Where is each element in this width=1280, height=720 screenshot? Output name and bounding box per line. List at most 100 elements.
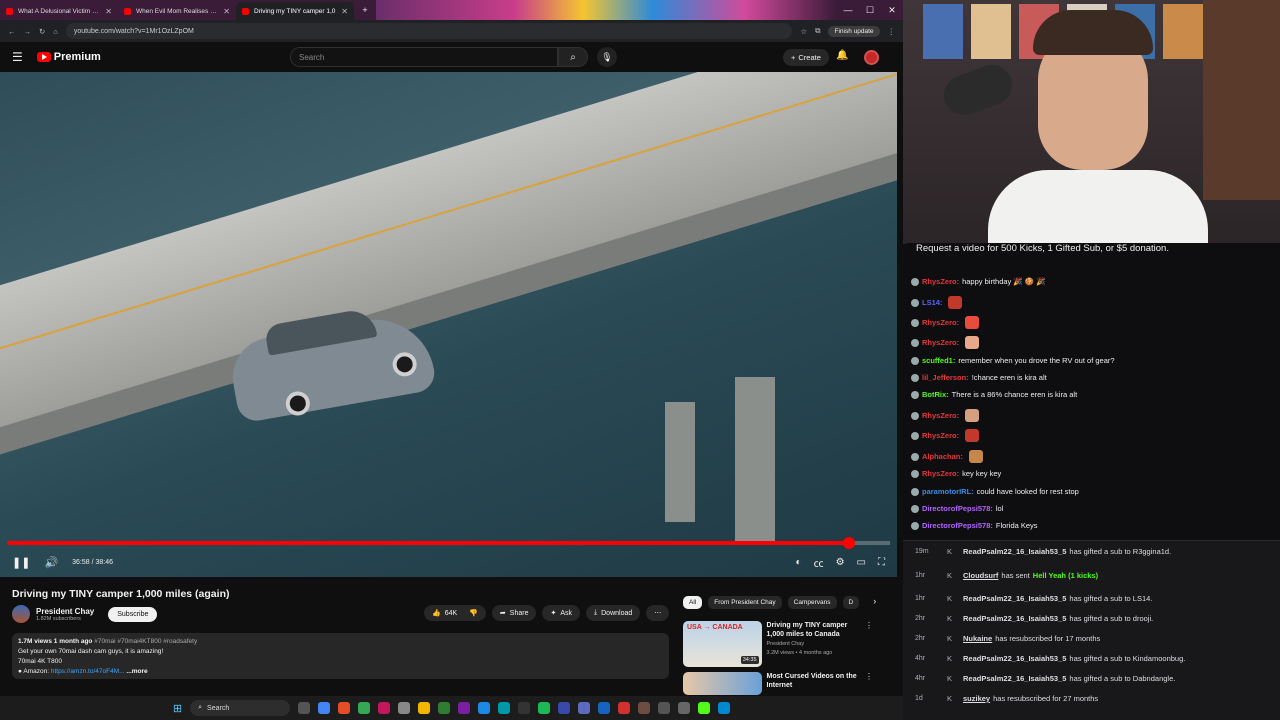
- chat-username[interactable]: paramotorIRL:: [922, 487, 974, 496]
- youtube-logo[interactable]: Premium: [36, 51, 101, 63]
- app-icon[interactable]: [638, 702, 651, 714]
- browser-tab[interactable]: When Evil Mom Realises She's ✕: [118, 2, 236, 20]
- more-options-icon[interactable]: ⋮: [865, 621, 873, 667]
- back-icon[interactable]: ←: [8, 27, 16, 36]
- chat-username[interactable]: RhysZero:: [922, 338, 959, 347]
- search-icon[interactable]: ⌕: [558, 47, 588, 67]
- app-icon[interactable]: [458, 702, 471, 714]
- more-actions-icon[interactable]: ⋯: [646, 605, 670, 621]
- event-username[interactable]: ReadPsalm22_16_Isaiah53_5: [963, 654, 1066, 663]
- volume-icon[interactable]: 🔊: [44, 556, 58, 569]
- search-input[interactable]: Search: [290, 47, 558, 67]
- notifications-bell-icon[interactable]: 🔔: [836, 50, 848, 61]
- event-username[interactable]: suzikey: [963, 694, 990, 703]
- browser-tab-active[interactable]: Driving my TINY camper 1,0 ✕: [236, 2, 354, 20]
- like-button[interactable]: 👍 64K 👎: [424, 605, 486, 621]
- minimize-icon[interactable]: —: [837, 5, 859, 15]
- app-icon[interactable]: [578, 702, 591, 714]
- thumbs-down-icon[interactable]: 👎: [469, 609, 478, 617]
- event-username[interactable]: ReadPsalm22_16_Isaiah53_5: [963, 674, 1066, 683]
- video-player[interactable]: [0, 72, 897, 577]
- video-progress-bar[interactable]: [7, 537, 890, 549]
- app-icon[interactable]: [358, 702, 371, 714]
- recommendation-thumbnail[interactable]: USA → CANADA 34:35: [683, 621, 762, 667]
- show-more-link[interactable]: ...more: [126, 668, 147, 675]
- chat-username[interactable]: RhysZero:: [922, 411, 959, 420]
- chat-username[interactable]: DirectorofPepsi578:: [922, 521, 993, 530]
- download-button[interactable]: ⤓ Download: [586, 605, 641, 621]
- amazon-link[interactable]: https://amzn.to/47oF4M...: [51, 668, 125, 675]
- app-icon[interactable]: [438, 702, 451, 714]
- chat-username[interactable]: lil_Jefferson:: [922, 373, 969, 382]
- app-icon[interactable]: [398, 702, 411, 714]
- new-tab-icon[interactable]: +: [354, 5, 376, 15]
- chat-username[interactable]: RhysZero:: [922, 469, 959, 478]
- chevron-right-icon[interactable]: ›: [873, 596, 876, 609]
- miniplayer-icon[interactable]: ▭: [857, 557, 866, 568]
- channel-avatar[interactable]: [12, 605, 30, 623]
- autoplay-toggle[interactable]: ◐: [796, 557, 802, 568]
- ask-button[interactable]: ✦ Ask: [542, 605, 581, 621]
- pause-icon[interactable]: ❚❚: [12, 556, 30, 569]
- settings-gear-icon[interactable]: ⚙: [836, 557, 845, 568]
- chip-more[interactable]: D: [842, 596, 860, 609]
- maximize-icon[interactable]: ☐: [859, 5, 881, 16]
- task-view-icon[interactable]: [298, 702, 311, 714]
- hamburger-menu-icon[interactable]: ☰: [12, 50, 23, 64]
- chat-username[interactable]: Alphachan:: [922, 452, 963, 461]
- chat-username[interactable]: BotRix:: [922, 390, 949, 399]
- chip-from-channel[interactable]: From President Chay: [708, 596, 782, 609]
- home-icon[interactable]: ⌂: [53, 27, 58, 36]
- extensions-icon[interactable]: ⧉: [815, 26, 820, 36]
- browser-menu-icon[interactable]: ⋮: [888, 27, 896, 36]
- description-box[interactable]: 1.7M views 1 month ago #70mai #70mai4KT8…: [12, 633, 669, 679]
- spotify-icon[interactable]: [538, 702, 551, 714]
- browser-tab[interactable]: What A Delusional Victim Com ✕: [0, 2, 118, 20]
- microphone-icon[interactable]: 🎙: [597, 47, 617, 67]
- app-icon[interactable]: [678, 702, 691, 714]
- chrome-icon[interactable]: [318, 702, 331, 714]
- app-icon[interactable]: [598, 702, 611, 714]
- chat-username[interactable]: LS14:: [922, 298, 942, 307]
- recommendation-item[interactable]: USA → CANADA 34:35 Driving my TINY campe…: [683, 621, 873, 667]
- app-icon[interactable]: [658, 702, 671, 714]
- chip-all[interactable]: All: [683, 596, 703, 609]
- channel-name[interactable]: President Chay: [36, 607, 94, 616]
- captions-icon[interactable]: ㏄: [814, 555, 824, 570]
- kick-icon[interactable]: [698, 702, 711, 714]
- recommendation-thumbnail[interactable]: [683, 672, 762, 695]
- close-tab-icon[interactable]: ✕: [341, 7, 348, 16]
- event-username[interactable]: ReadPsalm22_16_Isaiah53_5: [963, 594, 1066, 603]
- app-icon[interactable]: [498, 702, 511, 714]
- app-icon[interactable]: [338, 702, 351, 714]
- reload-icon[interactable]: ↻: [39, 27, 45, 36]
- account-avatar[interactable]: [864, 50, 879, 65]
- event-username[interactable]: Cloudsurf: [963, 571, 998, 580]
- close-tab-icon[interactable]: ✕: [105, 7, 112, 16]
- forward-icon[interactable]: →: [24, 27, 32, 36]
- app-icon[interactable]: [518, 702, 531, 714]
- subscribe-button[interactable]: Subscribe: [108, 606, 158, 622]
- close-tab-icon[interactable]: ✕: [223, 7, 230, 16]
- taskbar-search[interactable]: ⌕ Search: [190, 700, 291, 716]
- app-icon[interactable]: [558, 702, 571, 714]
- close-window-icon[interactable]: ✕: [881, 5, 903, 16]
- fullscreen-icon[interactable]: ⛶: [878, 557, 885, 568]
- chat-username[interactable]: scuffed1:: [922, 356, 955, 365]
- app-icon[interactable]: [478, 702, 491, 714]
- share-button[interactable]: ➦ Share: [491, 605, 537, 621]
- event-username[interactable]: ReadPsalm22_16_Isaiah53_5: [963, 547, 1066, 556]
- app-icon[interactable]: [618, 702, 631, 714]
- app-icon[interactable]: [378, 702, 391, 714]
- file-explorer-icon[interactable]: [418, 702, 431, 714]
- chat-username[interactable]: RhysZero:: [922, 431, 959, 440]
- event-username[interactable]: Nukaine: [963, 634, 992, 643]
- create-button[interactable]: + Create: [783, 49, 829, 66]
- windows-start-icon[interactable]: ⊞: [173, 702, 182, 715]
- chat-username[interactable]: RhysZero:: [922, 318, 959, 327]
- url-field[interactable]: youtube.com/watch?v=1Mr1OzLZpOM: [65, 23, 793, 39]
- event-username[interactable]: ReadPsalm22_16_Isaiah53_5: [963, 614, 1066, 623]
- bookmark-star-icon[interactable]: ☆: [800, 27, 807, 36]
- chip-campervans[interactable]: Campervans: [787, 596, 837, 609]
- app-icon[interactable]: [718, 702, 731, 714]
